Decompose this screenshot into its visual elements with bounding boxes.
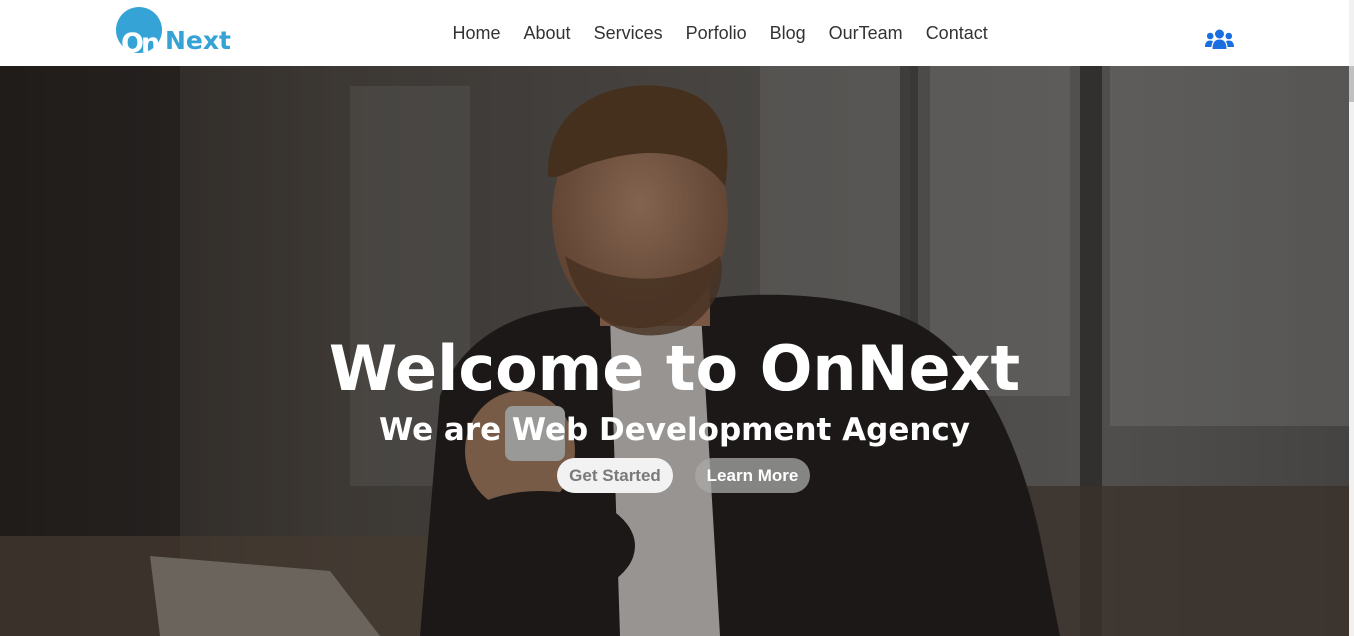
- nav-ourteam[interactable]: OurTeam: [817, 23, 914, 44]
- nav-blog[interactable]: Blog: [758, 23, 817, 44]
- nav-portfolio[interactable]: Porfolio: [674, 23, 758, 44]
- nav-services[interactable]: Services: [582, 23, 674, 44]
- navbar: On Next Home About Services Porfolio Blo…: [0, 0, 1349, 66]
- logo-next-text: Next: [165, 26, 231, 55]
- hero-subtitle: We are Web Development Agency: [379, 412, 970, 448]
- nav-contact[interactable]: Contact: [914, 23, 999, 44]
- logo[interactable]: On Next: [116, 6, 236, 59]
- logo-on-text: On: [121, 28, 160, 59]
- nav-home[interactable]: Home: [441, 23, 512, 44]
- users-icon[interactable]: [1205, 29, 1234, 50]
- nav-about[interactable]: About: [512, 23, 582, 44]
- scrollbar-thumb[interactable]: [1349, 66, 1354, 102]
- hero-section: Welcome to OnNext We are Web Development…: [0, 66, 1349, 636]
- learn-more-button[interactable]: Learn More: [695, 458, 810, 493]
- page-scrollbar[interactable]: [1349, 0, 1354, 636]
- hero-title: Welcome to OnNext: [328, 332, 1021, 405]
- nav-menu: Home About Services Porfolio Blog OurTea…: [441, 0, 999, 66]
- get-started-button[interactable]: Get Started: [557, 458, 673, 493]
